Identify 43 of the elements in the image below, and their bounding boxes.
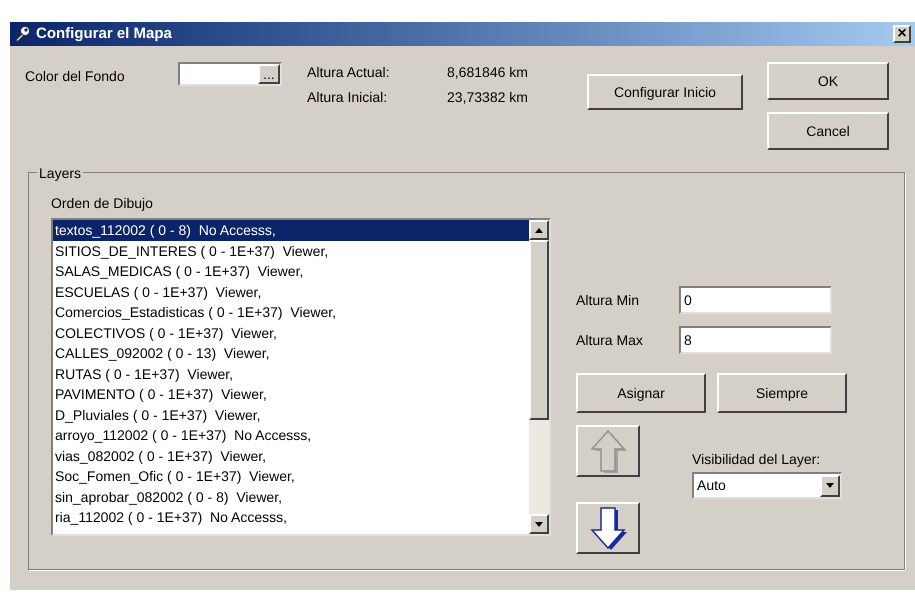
draw-order-label: Orden de Dibujo — [51, 194, 154, 213]
move-down-button[interactable] — [576, 502, 640, 554]
height-range-field[interactable]: 0 — [679, 286, 832, 314]
layer-list-item[interactable]: vias_082002 ( 0 - 1E+37) Viewer, — [53, 446, 529, 466]
visibility-dropdown[interactable]: Auto — [692, 472, 842, 499]
height-range-label: Altura Min — [576, 290, 640, 310]
height-label: Altura Actual: — [307, 63, 390, 82]
configure-start-button[interactable]: Configurar Inicio — [587, 74, 743, 110]
close-button[interactable]: × — [893, 25, 911, 43]
scroll-up-icon — [535, 228, 543, 232]
height-value: 23,73382 km — [447, 88, 529, 107]
layers-list[interactable] — [51, 218, 551, 536]
cancel-button[interactable]: Cancel — [767, 112, 889, 150]
layer-list-item[interactable]: ESCUELAS ( 0 - 1E+37) Viewer, — [53, 282, 529, 302]
height-value: 8,681846 km — [447, 63, 529, 82]
layer-list-item[interactable]: COLECTIVOS ( 0 - 1E+37) Viewer, — [53, 322, 529, 343]
layer-list-item[interactable]: RUTAS ( 0 - 1E+37) Viewer, — [53, 364, 529, 384]
up-arrow-icon — [588, 427, 628, 475]
ok-button[interactable]: OK — [767, 62, 889, 100]
dropdown-caret-icon — [826, 483, 834, 488]
color-picker-field[interactable]: ... — [178, 62, 282, 86]
layer-list-item[interactable]: CALLES_092002 ( 0 - 13) Viewer, — [53, 343, 529, 364]
height-range-field[interactable]: 8 — [679, 326, 832, 354]
layer-list-item[interactable]: Soc_Fomen_Ofic ( 0 - 1E+37) Viewer, — [53, 466, 529, 486]
layer-list-item[interactable]: ria_112002 ( 0 - 1E+37) No Accesss, — [53, 507, 529, 528]
layer-list-item[interactable]: sin_aprobar_082002 ( 0 - 8) Viewer, — [53, 486, 529, 507]
layer-list-item[interactable]: PAVIMENTO ( 0 - 1E+37) Viewer, — [53, 384, 529, 404]
layer-list-item[interactable]: Comercios_Estadisticas ( 0 - 1E+37) Viewer, — [53, 302, 529, 322]
always-button[interactable]: Siempre — [717, 373, 847, 413]
height-range-label: Altura Max — [576, 330, 644, 350]
window-title: Configurar el Mapa — [36, 24, 172, 44]
layer-list-item[interactable]: textos_112002 ( 0 - 8) No Accesss, — [53, 220, 529, 240]
color-picker-button[interactable]: ... — [258, 64, 280, 84]
background-color-label: Color del Fondo — [25, 67, 126, 86]
layer-list-item[interactable]: SALAS_MEDICAS ( 0 - 1E+37) Viewer, — [53, 261, 529, 282]
layer-list-item[interactable]: SITIOS_DE_INTERES ( 0 - 1E+37) Viewer, — [53, 240, 529, 261]
visibility-label: Visibilidad del Layer: — [692, 450, 822, 469]
height-label: Altura Inicial: — [307, 88, 388, 107]
scroll-down-icon — [535, 522, 543, 526]
layer-list-item[interactable]: D_Pluviales ( 0 - 1E+37) Viewer, — [53, 404, 529, 425]
scrollbar[interactable] — [529, 220, 549, 534]
assign-button[interactable]: Asignar — [576, 373, 706, 413]
layer-list-item[interactable]: arroyo_112002 ( 0 - 1E+37) No Accesss, — [53, 425, 529, 446]
